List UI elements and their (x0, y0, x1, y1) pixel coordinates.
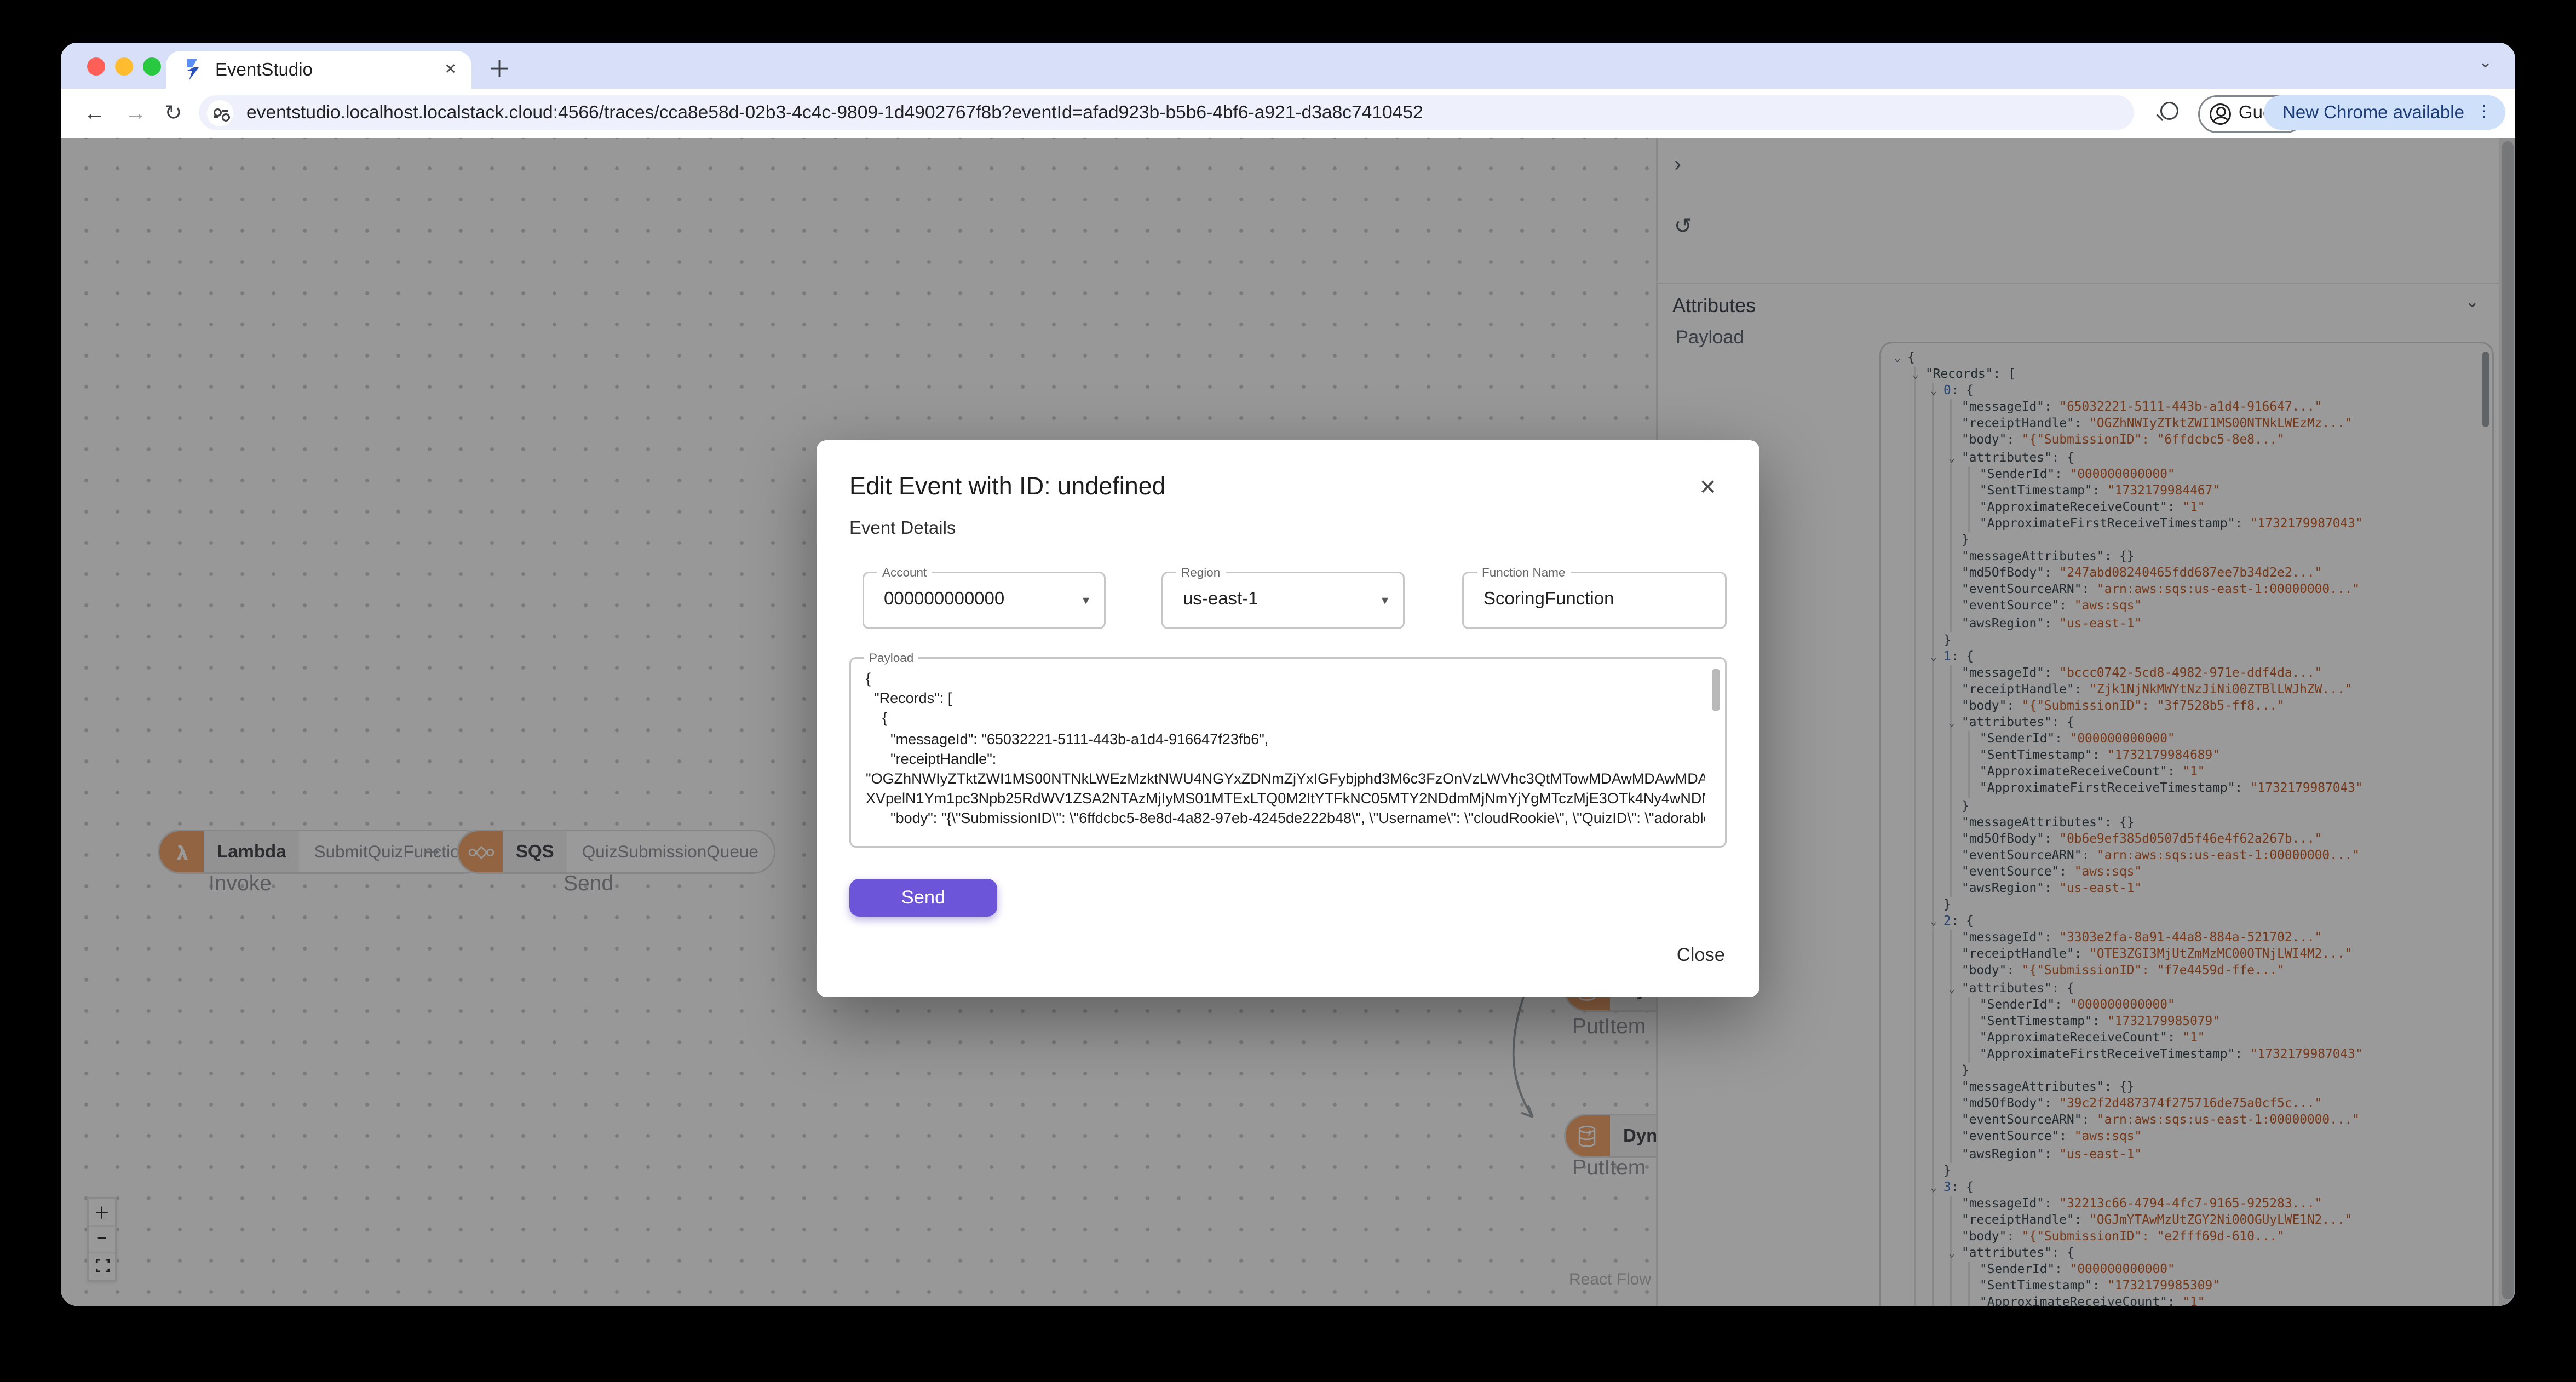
close-button[interactable]: Close (1677, 946, 1725, 966)
region-field-label: Region (1176, 565, 1226, 580)
payload-line: XVpelN1Ym1pc3Npb25RdWV1ZSA2NTAzMjIyMS01M… (866, 790, 1705, 807)
function-name-field-label: Function Name (1477, 565, 1571, 580)
event-details-section-title: Event Details (849, 519, 956, 539)
chrome-update-button[interactable]: New Chrome available ⋮ (2264, 95, 2505, 130)
screenshot-stage: EventStudio ✕ ＋ ⌄ ← → ↻ eventstudio.loca… (0, 0, 2576, 1382)
reload-icon[interactable]: ↻ (164, 100, 182, 126)
modal-title: Edit Event with ID: undefined (849, 473, 1166, 501)
payload-textarea[interactable]: Payload { "Records": [ { "messageId": "6… (849, 650, 1727, 848)
browser-window: EventStudio ✕ ＋ ⌄ ← → ↻ eventstudio.loca… (61, 43, 2515, 1306)
window-minimize-button[interactable] (115, 57, 133, 76)
window-zoom-button[interactable] (143, 57, 161, 76)
new-tab-button[interactable]: ＋ (488, 53, 511, 85)
chrome-update-label: New Chrome available (2282, 102, 2464, 123)
payload-line: "messageId": "65032221-5111-443b-a1d4-91… (866, 730, 1269, 747)
payload-line: { (866, 710, 888, 727)
forward-icon[interactable]: → (125, 100, 146, 125)
browser-toolbar: ← → ↻ eventstudio.localhost.localstack.c… (61, 89, 2515, 138)
payload-line: "OGZhNWIyZTktZWI1MS00NTNkLWEzMzktNWU4NGY… (866, 770, 1705, 787)
edit-event-modal: Edit Event with ID: undefined ✕ Event De… (817, 440, 1760, 997)
account-field-label: Account (877, 565, 932, 580)
eventstudio-favicon-icon (182, 59, 204, 80)
find-in-page-icon[interactable] (2160, 102, 2178, 120)
payload-field-label: Payload (864, 650, 919, 665)
tab-search-chevron-icon[interactable]: ⌄ (2479, 54, 2492, 72)
tab-strip: EventStudio ✕ ＋ ⌄ (61, 43, 2515, 89)
url-text[interactable]: eventstudio.localhost.localstack.cloud:4… (246, 103, 1423, 123)
region-field-value: us-east-1 (1183, 590, 1258, 609)
payload-line: { (866, 670, 871, 687)
site-settings-icon[interactable] (207, 99, 233, 126)
payload-line: "receiptHandle": (866, 750, 997, 767)
function-name-field-value: ScoringFunction (1484, 590, 1614, 609)
tab-title: EventStudio (215, 60, 313, 80)
user-avatar-icon (2209, 102, 2230, 124)
send-button[interactable]: Send (849, 879, 997, 917)
account-field-value: 000000000000 (884, 590, 1005, 609)
menu-kebab-icon[interactable]: ⋮ (2476, 103, 2492, 122)
function-name-input[interactable]: Function Name ScoringFunction (1462, 565, 1727, 629)
dropdown-caret-icon[interactable]: ▾ (1382, 593, 1388, 608)
payload-textarea-scrollbar[interactable] (1712, 669, 1720, 711)
modal-close-icon[interactable]: ✕ (1699, 475, 1717, 501)
payload-line: "body": "{\"SubmissionID\": \"6ffdcbc5-8… (866, 810, 1705, 827)
tab-close-icon[interactable]: ✕ (444, 61, 457, 79)
dropdown-caret-icon[interactable]: ▾ (1083, 593, 1089, 608)
address-bar[interactable]: eventstudio.localhost.localstack.cloud:4… (199, 95, 2134, 130)
browser-tab[interactable]: EventStudio ✕ (166, 51, 472, 89)
back-icon[interactable]: ← (84, 100, 105, 125)
payload-line: "Records": [ (866, 690, 952, 707)
account-select[interactable]: Account 000000000000 ▾ (863, 565, 1106, 629)
window-close-button[interactable] (87, 57, 105, 76)
region-select[interactable]: Region us-east-1 ▾ (1162, 565, 1405, 629)
